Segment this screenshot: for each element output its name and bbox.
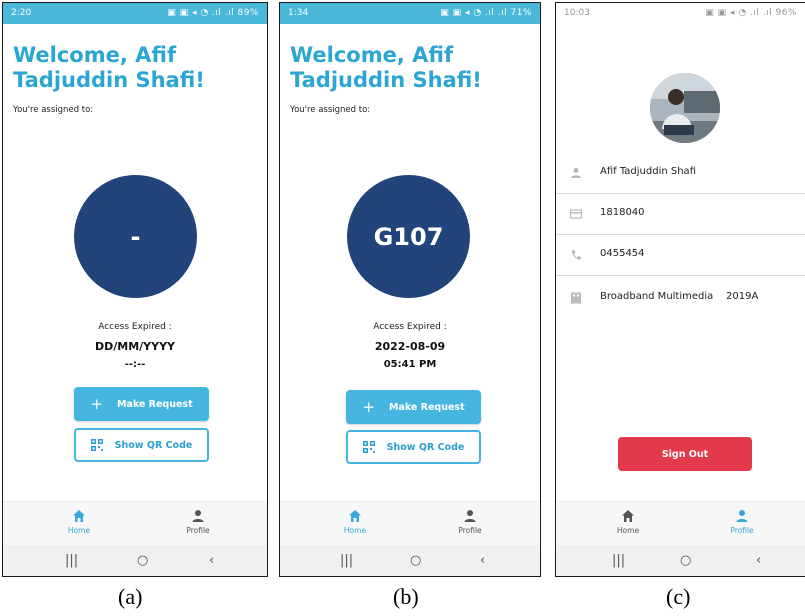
status-bar: 1:34 ▣ ▣ ◂ ◔ .ıl .ıl 71% [280,3,540,24]
phone-screen-profile: 10:03 ▣ ▣ ◂ ◔ .ıl .ıl 96% Afif Tadjuddin… [555,2,805,577]
qr-code-icon [362,441,375,453]
phone-icon [571,250,581,260]
recents-icon[interactable]: ||| [340,553,353,568]
back-icon[interactable]: ‹ [756,553,761,568]
access-expired-time: 05:41 PM [383,359,437,370]
person-icon [192,510,204,522]
back-icon[interactable]: ‹ [480,553,485,568]
sign-out-button[interactable]: Sign Out [618,437,752,471]
access-expired-time: --:-- [124,359,146,370]
system-navigation-bar: ||| ○ ‹ [556,545,805,576]
bottom-navigation: Home Profile [556,501,805,546]
profile-department-row: Broadband Multimedia 2019A [556,278,805,318]
status-bar: 2:20 ▣ ▣ ◂ ◔ .ıl .ıl 89% [3,3,267,24]
phone-screen-home-unassigned: 2:20 ▣ ▣ ◂ ◔ .ıl .ıl 89% Welcome, Afif T… [2,2,268,577]
building-icon [571,292,581,304]
nav-profile[interactable]: Profile [440,509,500,535]
person-icon [571,168,581,178]
home-icon [73,510,85,522]
home-system-icon[interactable]: ○ [680,553,691,568]
profile-id-row: 1818040 [556,194,805,235]
profile-phone-row: 0455454 [556,235,805,276]
nav-home[interactable]: Home [598,509,658,535]
profile-department: Broadband Multimedia 2019A [600,291,759,302]
home-icon [622,510,634,522]
nav-profile[interactable]: Profile [712,509,772,535]
show-qr-code-label: Show QR Code [114,439,193,451]
status-bar: 10:03 ▣ ▣ ◂ ◔ .ıl .ıl 96% [556,3,805,24]
access-expired-date: DD/MM/YYYY [94,340,176,353]
home-system-icon[interactable]: ○ [137,553,148,568]
make-request-label: Make Request [116,398,193,410]
nav-profile[interactable]: Profile [168,509,228,535]
profile-name: Afif Tadjuddin Shafi [600,166,696,177]
welcome-title: Welcome, Afif Tadjuddin Shafi! [13,43,205,92]
qr-code-icon [90,439,103,451]
nav-home[interactable]: Home [49,509,109,535]
nav-profile-label: Profile [458,526,482,535]
show-qr-code-label: Show QR Code [386,441,465,453]
caption-c: (c) [666,584,691,609]
person-icon [736,510,748,522]
nav-profile-label: Profile [730,526,754,535]
nav-home[interactable]: Home [325,509,385,535]
caption-b: (b) [393,584,419,609]
welcome-title: Welcome, Afif Tadjuddin Shafi! [290,43,482,92]
nav-home-label: Home [343,526,367,535]
system-navigation-bar: ||| ○ ‹ [280,545,540,576]
plus-icon: + [90,395,103,413]
access-expired-label: Access Expired : [373,322,447,332]
back-icon[interactable]: ‹ [209,553,214,568]
show-qr-code-button[interactable]: Show QR Code [74,428,209,462]
profile-name-row: Afif Tadjuddin Shafi [556,153,805,194]
status-icons: ▣ ▣ ◂ ◔ .ıl .ıl 89% [167,8,259,18]
profile-id-number: 1818040 [600,207,645,218]
nav-profile-label: Profile [186,526,210,535]
room-circle: G107 [347,175,470,298]
phone-screen-home-assigned: 1:34 ▣ ▣ ◂ ◔ .ıl .ıl 71% Welcome, Afif T… [279,2,541,577]
access-expired-label: Access Expired : [98,322,172,332]
bottom-navigation: Home Profile [280,501,540,546]
make-request-button[interactable]: + Make Request [74,387,209,421]
person-icon [464,510,476,522]
access-expired-date: 2022-08-09 [374,340,446,353]
status-icons: ▣ ▣ ◂ ◔ .ıl .ıl 71% [440,8,532,18]
profile-photo [650,73,720,143]
avatar [650,73,720,143]
system-navigation-bar: ||| ○ ‹ [3,545,267,576]
status-time: 2:20 [11,8,32,18]
make-request-button[interactable]: + Make Request [346,390,481,424]
profile-phone: 0455454 [600,248,645,259]
make-request-label: Make Request [388,401,465,413]
plus-icon: + [362,398,375,416]
assigned-label: You're assigned to: [290,105,371,115]
assigned-label: You're assigned to: [13,105,94,115]
recents-icon[interactable]: ||| [612,553,625,568]
status-time: 1:34 [288,8,309,18]
nav-home-label: Home [67,526,91,535]
bottom-navigation: Home Profile [3,501,267,546]
home-system-icon[interactable]: ○ [410,553,421,568]
status-time: 10:03 [564,8,590,18]
show-qr-code-button[interactable]: Show QR Code [346,430,481,464]
nav-home-label: Home [616,526,640,535]
room-circle: - [74,175,197,298]
recents-icon[interactable]: ||| [65,553,78,568]
caption-a: (a) [118,584,143,609]
card-icon [570,209,582,219]
status-icons: ▣ ▣ ◂ ◔ .ıl .ıl 96% [705,8,797,18]
home-icon [349,510,361,522]
